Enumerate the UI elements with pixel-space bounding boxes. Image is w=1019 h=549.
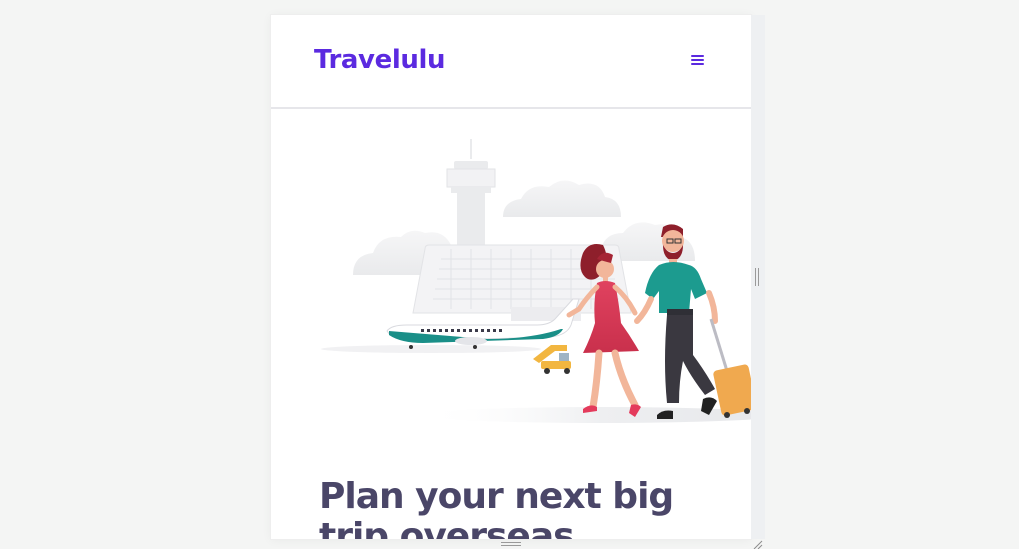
corner-resize-icon[interactable] <box>752 539 764 549</box>
browser-viewport: Travelulu Plan your next big trip overse… <box>0 0 1019 549</box>
hamburger-menu-icon <box>691 55 704 57</box>
vertical-resize-grip-icon[interactable] <box>755 268 761 286</box>
airport-couple-illustration <box>321 139 751 423</box>
site-header: Travelulu <box>271 15 751 109</box>
suitcase <box>709 318 751 418</box>
horizontal-resize-grip-icon[interactable] <box>501 542 521 548</box>
hamburger-menu-icon-line <box>691 59 704 61</box>
hero-headline: Plan your next big trip overseas <box>319 476 674 540</box>
hamburger-menu-icon-line <box>691 63 704 65</box>
menu-button[interactable] <box>687 51 709 71</box>
responsive-preview-frame: Travelulu Plan your next big trip overse… <box>271 15 751 539</box>
brand-logo[interactable]: Travelulu <box>314 45 445 75</box>
control-tower <box>446 139 496 253</box>
